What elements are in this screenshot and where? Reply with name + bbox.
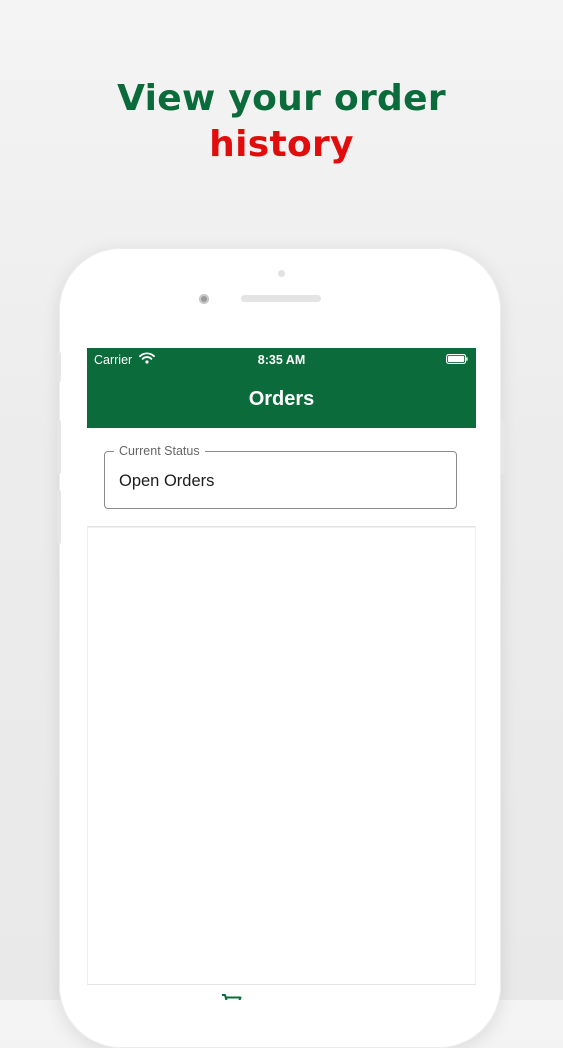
- phone-screen: Carrier 8:35 AM Orders Current Status Op…: [87, 348, 476, 1000]
- status-filter-card: Current Status Open Orders: [87, 428, 476, 527]
- status-bar: Carrier 8:35 AM: [87, 348, 476, 370]
- app-bar: Carrier 8:35 AM Orders: [87, 348, 476, 428]
- status-time: 8:35 AM: [257, 353, 306, 367]
- earpiece-speaker: [241, 295, 321, 302]
- orders-list: [87, 528, 476, 1000]
- marketing-headline: View your order history: [0, 76, 563, 168]
- headline-line-1: View your order: [117, 78, 446, 119]
- mute-switch: [57, 352, 61, 382]
- headline-line-2: history: [209, 124, 354, 165]
- front-camera: [199, 294, 209, 304]
- battery-icon: [446, 354, 468, 364]
- power-button: [501, 420, 505, 474]
- page-title: Orders: [248, 388, 315, 410]
- cart-icon[interactable]: [221, 994, 243, 1000]
- proximity-sensor: [278, 270, 285, 277]
- current-status-label: Current Status: [114, 444, 205, 458]
- volume-up-button: [57, 420, 61, 474]
- tab-bar: [87, 984, 476, 1000]
- current-status-value: Open Orders: [119, 472, 215, 490]
- current-status-select[interactable]: Current Status Open Orders: [104, 444, 457, 509]
- volume-down-button: [57, 490, 61, 544]
